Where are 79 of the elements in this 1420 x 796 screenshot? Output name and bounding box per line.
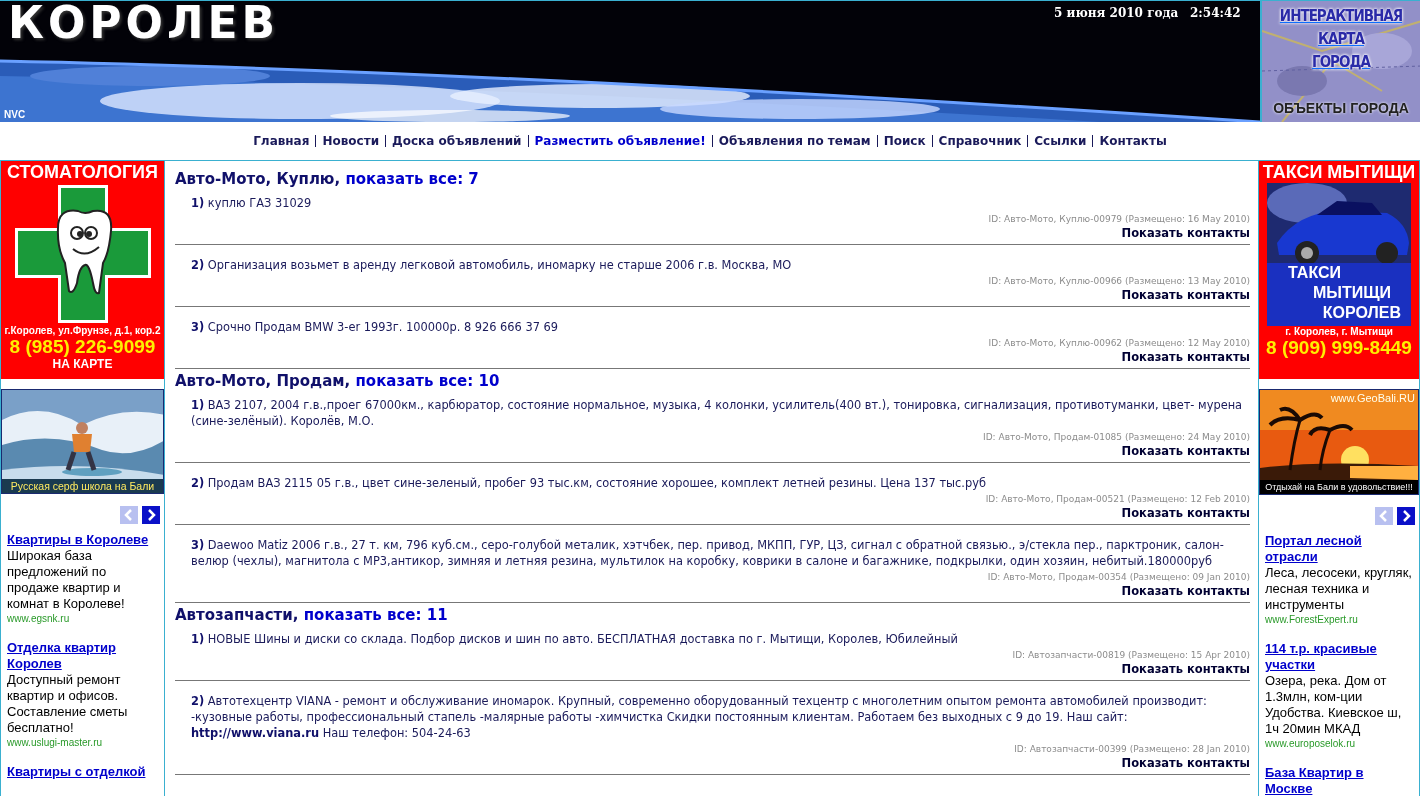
show-all-link[interactable]: показать все: 11 (303, 606, 448, 624)
ad-phone: 8 (985) 226-9099 (8, 336, 157, 357)
logo-caption: NVC (4, 109, 26, 120)
section-title: Автозапчасти, (175, 606, 300, 624)
banner-text: КОРОЛЕВ (1321, 303, 1401, 323)
nav-link[interactable]: Объявления по темам (711, 135, 877, 147)
ad-title-link[interactable]: Портал лесной отрасли (1265, 533, 1413, 565)
listing-id: ID: Авто-Мото, Продам-00354 (Размещено: 09 Jan 2010) (986, 571, 1250, 583)
ad-map-link[interactable]: НА КАРТЕ (1, 357, 164, 371)
date-text: 5 июня 2010 года (1054, 6, 1179, 20)
banner-text: МЫТИЩИ (1311, 283, 1392, 303)
ad-title: СТОМАТОЛОГИЯ (6, 161, 159, 183)
show-contacts-link[interactable]: Показать контакты (1121, 756, 1250, 770)
listing-text: 2) Организация возьмет в аренду легковой автомобиль, иномарку не старше 2006 г.в. Москва, МО (190, 257, 793, 273)
listing-text: 3) Daewoo Matiz 2006 г.в., 27 т. км, 796 куб.см., серо-голубой металик, хэтчбек, пер. привод, МКПП, ГУР, ЦЗ, сигнал с обратной связью., э/стекла пер., парктроник, салон-велюр (чехлы), магнитола с MP3,антикор, зимняя и летняя резина, мультилок на коробку, коврики в салоне и багажнике, подкрылки, один хозяин, небитый.180000руб (190, 537, 1225, 569)
show-all-link[interactable]: показать все: 7 (345, 170, 479, 188)
ad-description: Широкая база предложений по продаже квартир и комнат в Королеве! (7, 548, 126, 612)
ad-url: www.uslugi-master.ru (7, 736, 104, 750)
next-icon[interactable] (142, 506, 160, 524)
ad-address: г. Королев, г. Мытищи (1284, 326, 1394, 337)
banner-caption: Отдыхай на Бали в удовольствие!!! (1260, 480, 1418, 494)
section-title: Авто-Мото, Куплю, (175, 170, 342, 188)
listing-text: 2) Автотехцентр VIANA - ремонт и обслуживание иномарок. Крупный, современно оборудованный техцентр с многолетним опытом ремонта автомобилей производит: -кузовные работы, профессиональный стапель -малярные работы -химчистка Скидки постоянным клиентам. Работаем без выходных с 9 до 19. Наш сайт: http://www.viana.ru Наш телефон: 504-24-63 (190, 693, 1208, 741)
ad-url: www.europoselok.ru (1265, 737, 1357, 751)
ad-phone: 8 (909) 999-8449 (1265, 337, 1413, 358)
ad-title-link[interactable]: 114 т.р. красивые участки (1265, 641, 1413, 673)
show-contacts-link[interactable]: Показать контакты (1121, 226, 1250, 240)
ad-description: Леса, лесосеки, кругляк, лесная техника и инструменты (1265, 565, 1413, 613)
listing-id: ID: Авто-Мото, Продам-01085 (Размещено: 24 May 2010) (982, 431, 1250, 443)
ad-description: Доступный ремонт квартир и офисов. Составление сметы бесплатно! (7, 672, 129, 736)
show-contacts-link[interactable]: Показать контакты (1121, 506, 1250, 520)
listing-id: ID: Автозапчасти-00819 (Размещено: 15 Apr 2010) (1011, 649, 1250, 661)
listing-text: 2) Продам ВАЗ 2115 05 г.в., цвет сине-зеленый, пробег 93 тыс.км, состояние хорошее, комплект летней резины. Цена 137 тыс.руб (190, 475, 987, 491)
ad-title-link[interactable]: Отделка квартир Королев (7, 640, 158, 672)
show-all-link[interactable]: показать все: 10 (355, 372, 500, 390)
banner-text: ТАКСИ (1287, 263, 1342, 283)
show-contacts-link[interactable]: Показать контакты (1121, 350, 1250, 364)
taxi-ad[interactable]: ТАКСИ МЫТИЩИ ТАКСИ МЫТИЩИ КОРОЛЕВ г. Королев, г. Мытищи 8 (909) 999-8449 (1259, 161, 1419, 379)
listing-text: 1) НОВЫЕ Шины и диски со склада. Подбор дисков и шин по авто. БЕСПЛАТНАЯ доставка по г. Мытищи, Королев, Юбилейный (190, 631, 959, 647)
listing-text: 3) Срочно Продам BMW 3-er 1993г. 100000р. 8 926 666 37 69 (190, 319, 560, 335)
banner-text: ИНТЕРАКТИВНАЯ (1278, 6, 1404, 27)
show-contacts-link[interactable]: Показать контакты (1121, 288, 1250, 302)
banner-text: КАРТА (1317, 29, 1366, 50)
nav-link[interactable]: Доска объявлений (385, 135, 528, 147)
nav-link[interactable]: Поиск (876, 135, 932, 147)
ad-url: www.egsnk.ru (7, 612, 71, 626)
nav-link[interactable]: Контакты (1092, 135, 1173, 147)
banner-caption: Русская серф школа на Бали (2, 479, 163, 493)
ad-url: www.ForestExpert.ru (1265, 613, 1359, 627)
ad-description: Озера, река. Дом от 1.3млн, ком-ции Удобства. Киевское ш, 1ч 20мин МКАД (1265, 673, 1403, 737)
banner-text: www.GeoBali.RU (1330, 392, 1415, 404)
listing-text: 1) ВАЗ 2107, 2004 г.в.,проег 67000км., карбюратор, состояние нормальное, музыка, 4 колонки, усилитель(400 вт.), тонировка, сигнализация, противотуманки, цвет- мурена (сине-зелёный). Королёв, М.О. (190, 397, 1244, 429)
listing-id: ID: Автозапчасти-00399 (Размещено: 28 Jan 2010) (1013, 743, 1250, 755)
logo[interactable]: КОРОЛЕВ (8, 0, 280, 48)
section-title: Авто-Мото, Продам, (175, 372, 352, 390)
listing-id: ID: Авто-Мото, Продам-00521 (Размещено: 12 Feb 2010) (984, 493, 1250, 505)
show-contacts-link[interactable]: Показать контакты (1121, 662, 1250, 676)
nav-link[interactable]: Ссылки (1027, 135, 1093, 147)
listing-id: ID: Авто-Мото, Куплю-00962 (Размещено: 12 May 2010) (987, 337, 1250, 349)
listing-text: 1) куплю ГАЗ 31029 (190, 195, 313, 211)
time-text: 2:54:42 (1190, 6, 1241, 20)
listing-id: ID: Авто-Мото, Куплю-00979 (Размещено: 16 May 2010) (987, 213, 1250, 225)
next-icon[interactable] (1397, 507, 1415, 525)
nav-link[interactable]: Главная (247, 135, 316, 147)
map-banner[interactable]: ИНТЕРАКТИВНАЯ КАРТА ГОРОДА ОБЪЕКТЫ ГОРОДА (1260, 1, 1420, 122)
nav-link[interactable]: Справочник (931, 135, 1028, 147)
ad-address: г.Королев, ул.Фрунзе, д.1, кор.2 (3, 325, 162, 336)
nav-link[interactable]: Разместить объявление! (527, 135, 712, 147)
dental-ad[interactable]: СТОМАТОЛОГИЯ г.Королев, ул.Фрунзе, д.1, кор.2 8 (985) 226-9099 НА КАРТЕ (1, 161, 164, 379)
banner-caption: ОБЪЕКТЫ ГОРОДА (1272, 100, 1410, 116)
listing-id: ID: Авто-Мото, Куплю-00966 (Размещено: 13 May 2010) (987, 275, 1250, 287)
ad-title-link[interactable]: Квартиры с отделкой (7, 764, 158, 780)
ad-title-link[interactable]: База Квартир в Москве (1265, 765, 1413, 796)
show-contacts-link[interactable]: Показать контакты (1121, 444, 1250, 458)
nav-link[interactable]: Новости (315, 135, 386, 147)
ad-title-link[interactable]: Квартиры в Королеве (7, 532, 158, 548)
ad-title: ТАКСИ МЫТИЩИ (1261, 161, 1417, 183)
show-contacts-link[interactable]: Показать контакты (1121, 584, 1250, 598)
banner-text: ГОРОДА (1311, 52, 1372, 73)
